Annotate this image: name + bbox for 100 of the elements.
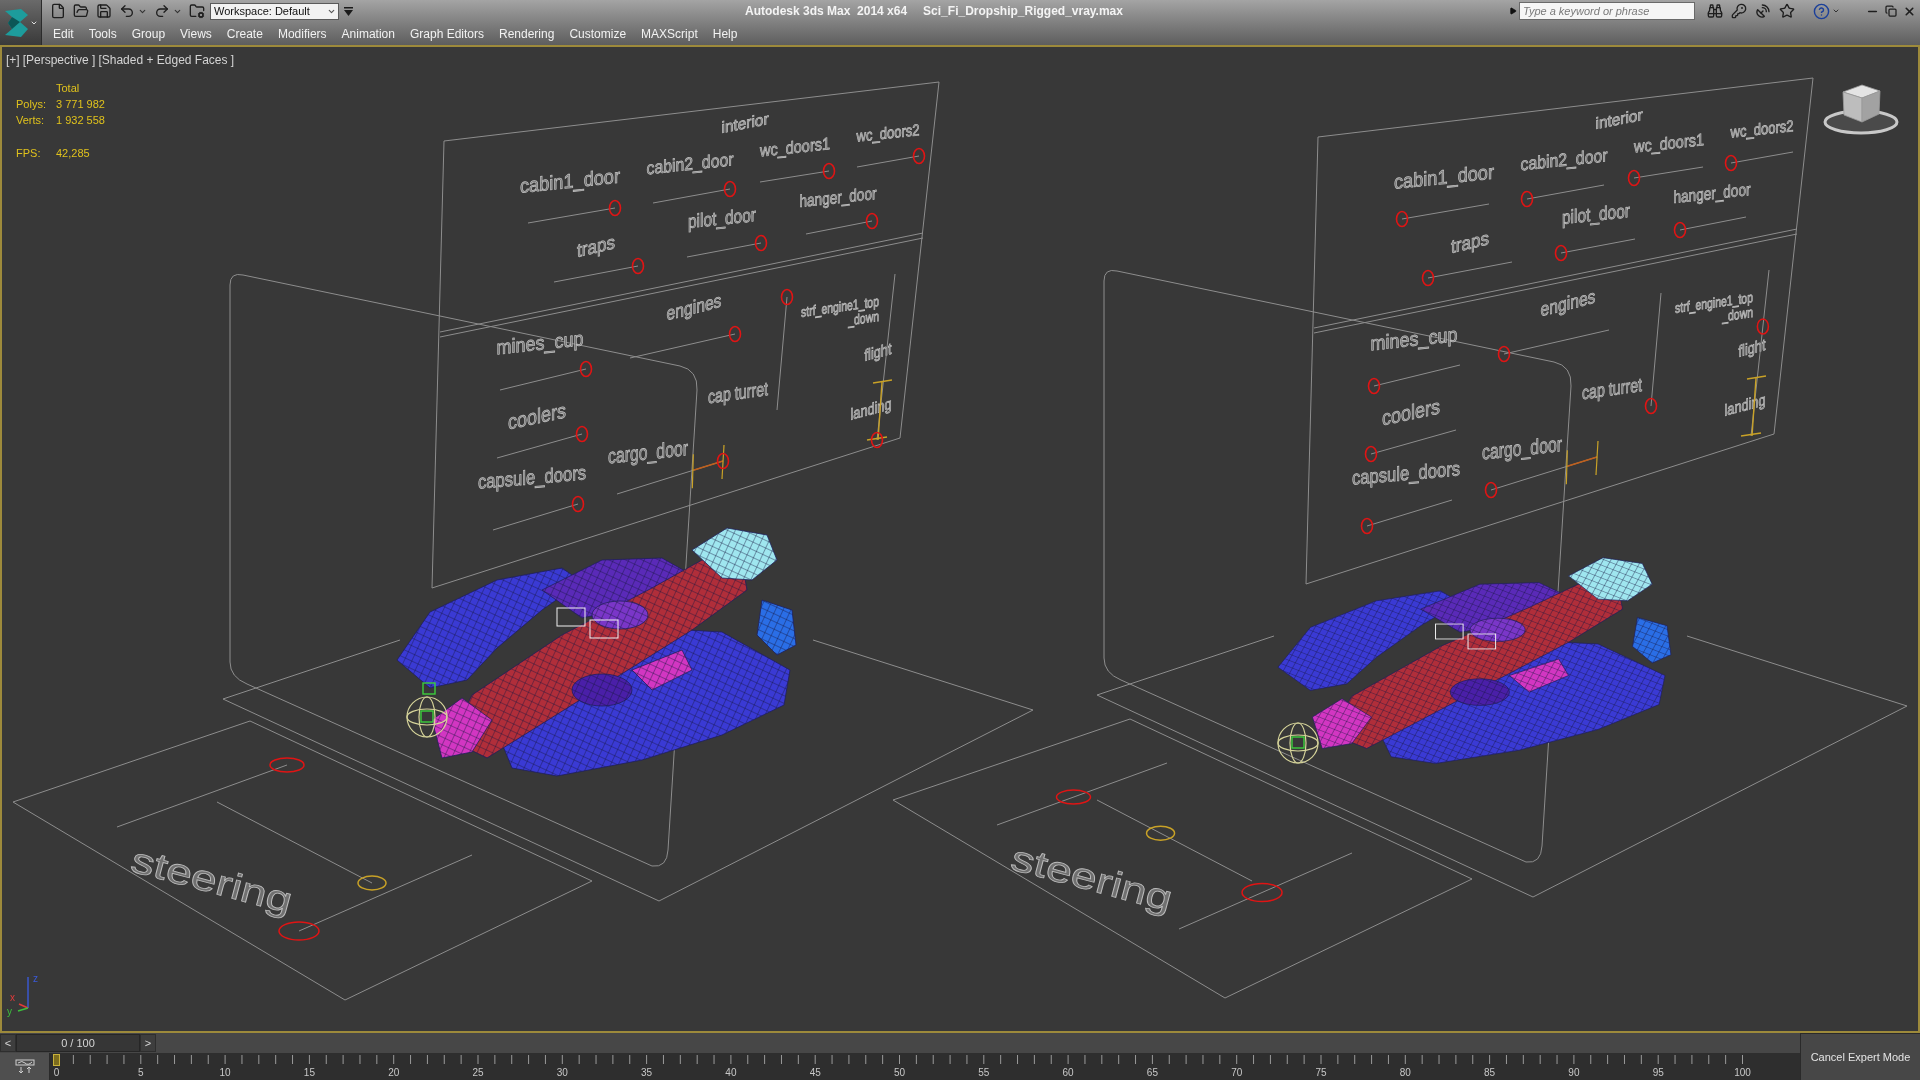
- slider-handle[interactable]: [1644, 397, 1658, 415]
- slider-track[interactable]: [1724, 151, 1794, 172]
- slider-track[interactable]: [116, 757, 305, 828]
- slider-handle[interactable]: [357, 875, 387, 891]
- timeline-ruler[interactable]: 0 5 10 15 20 25 30 35 40 45 50 55 60 65 70 75 80 85 90 95 100: [50, 1053, 1800, 1080]
- slider-track[interactable]: [996, 762, 1168, 826]
- slider-track[interactable]: [527, 199, 622, 224]
- save-icon[interactable]: [96, 3, 112, 19]
- slider-track[interactable]: [1421, 261, 1513, 287]
- slider-handle[interactable]: [1241, 882, 1283, 903]
- slider-track[interactable]: [759, 162, 836, 183]
- slider-track[interactable]: [1395, 203, 1490, 228]
- slider-track[interactable]: [629, 325, 742, 359]
- slider-track[interactable]: [1497, 329, 1610, 363]
- menu-item[interactable]: Animation: [341, 24, 395, 43]
- current-frame-marker[interactable]: [53, 1054, 60, 1066]
- search-field[interactable]: Type a keyword or phrase: [1519, 2, 1695, 20]
- slider-handle[interactable]: [912, 147, 926, 165]
- helper-gizmo-icon[interactable]: [1277, 722, 1319, 764]
- slider-track[interactable]: [1627, 166, 1704, 187]
- caret-icon[interactable]: [1832, 7, 1840, 15]
- slider-track[interactable]: [856, 147, 926, 168]
- next-frame-button[interactable]: >: [140, 1034, 156, 1052]
- menu-item[interactable]: Graph Editors: [409, 24, 484, 43]
- slider-track[interactable]: [1673, 216, 1747, 239]
- slider-track[interactable]: [1360, 499, 1453, 535]
- undo-icon[interactable]: [119, 3, 135, 19]
- slider-handle[interactable]: [822, 162, 836, 180]
- slider-handle[interactable]: [1421, 269, 1435, 287]
- menu-item[interactable]: Edit: [53, 24, 74, 43]
- new-file-icon[interactable]: [50, 3, 66, 19]
- slider-handle[interactable]: [1484, 481, 1498, 499]
- slider-track[interactable]: [652, 180, 737, 204]
- menu-item[interactable]: Modifiers: [277, 24, 327, 43]
- menu-item[interactable]: Tools: [88, 24, 117, 43]
- slider-track[interactable]: [1484, 440, 1599, 499]
- slider-track[interactable]: [1364, 429, 1457, 463]
- binoculars-icon[interactable]: [1707, 3, 1723, 19]
- cancel-expert-mode-button[interactable]: Cancel Expert Mode: [1800, 1033, 1920, 1080]
- slider-handle[interactable]: [1367, 377, 1381, 395]
- menu-item[interactable]: Create: [226, 24, 263, 43]
- slider-handle[interactable]: [723, 180, 737, 198]
- slider-handle[interactable]: [865, 212, 879, 230]
- menu-item[interactable]: Customize: [569, 24, 627, 43]
- slider-handle[interactable]: [269, 757, 305, 773]
- view-cube-icon[interactable]: [1823, 84, 1899, 135]
- slider-handle[interactable]: [716, 452, 730, 470]
- slider-handle[interactable]: [608, 199, 622, 217]
- slider-track[interactable]: [1178, 852, 1353, 930]
- slider-track[interactable]: [1644, 292, 1662, 415]
- menu-item[interactable]: Views: [180, 24, 212, 43]
- slider-track[interactable]: [1367, 364, 1461, 395]
- help-icon[interactable]: [1813, 2, 1830, 20]
- slider-handle[interactable]: [1360, 517, 1374, 535]
- slider-handle[interactable]: [1724, 154, 1738, 172]
- box-helper-icon[interactable]: [422, 682, 436, 695]
- dropdown-arrow-icon[interactable]: [344, 6, 353, 16]
- redo-icon[interactable]: [154, 3, 170, 19]
- slider-handle[interactable]: [780, 288, 794, 306]
- slider-handle[interactable]: [1055, 789, 1092, 805]
- slider-handle[interactable]: [1395, 210, 1409, 228]
- viewport-menu-label[interactable]: [Perspective ]: [22, 51, 96, 69]
- slider-track[interactable]: [805, 212, 879, 235]
- folder-gear-icon[interactable]: [189, 3, 205, 19]
- menu-item[interactable]: MAXScript: [641, 24, 698, 43]
- slider-handle[interactable]: [1554, 244, 1568, 262]
- slider-track[interactable]: [492, 495, 585, 531]
- slider-handle[interactable]: [1364, 445, 1378, 463]
- application-menu-button[interactable]: [0, 0, 42, 45]
- menu-item[interactable]: Rendering: [499, 24, 555, 43]
- open-folder-icon[interactable]: [73, 3, 89, 19]
- slider-track[interactable]: [686, 234, 768, 258]
- slider-handle[interactable]: [1145, 825, 1176, 841]
- star-icon[interactable]: [1779, 3, 1795, 19]
- slider-handle[interactable]: [579, 360, 593, 378]
- curve-editor-button[interactable]: [0, 1053, 50, 1080]
- slider-handle[interactable]: [575, 425, 589, 443]
- previous-frame-button[interactable]: <: [0, 1034, 16, 1052]
- restore-icon[interactable]: [1885, 5, 1897, 17]
- arrow-right-icon[interactable]: [1509, 7, 1517, 15]
- viewport-menu-label[interactable]: [+]: [6, 51, 20, 69]
- slider-handle[interactable]: [278, 921, 320, 941]
- key-icon[interactable]: [1731, 3, 1747, 19]
- close-icon[interactable]: [1903, 4, 1916, 18]
- slider-track[interactable]: [553, 257, 645, 283]
- slider-handle[interactable]: [571, 495, 585, 513]
- menu-item[interactable]: Help: [712, 24, 738, 43]
- slider-track[interactable]: [1554, 238, 1636, 262]
- slider-handle[interactable]: [1673, 221, 1687, 239]
- viewport-menu-label[interactable]: [Shaded + Edged Faces ]: [98, 51, 235, 69]
- satellite-dish-icon[interactable]: [1755, 3, 1771, 19]
- slider-handle[interactable]: [1497, 345, 1511, 363]
- slider-track[interactable]: [776, 288, 794, 411]
- slider-handle[interactable]: [728, 325, 742, 343]
- slider-track[interactable]: [499, 360, 593, 391]
- workspace-dropdown[interactable]: Workspace: Default: [210, 2, 339, 20]
- slider-handle[interactable]: [631, 257, 645, 275]
- menu-item[interactable]: Group: [131, 24, 166, 43]
- slider-handle[interactable]: [1756, 318, 1770, 335]
- slider-handle[interactable]: [1520, 190, 1534, 208]
